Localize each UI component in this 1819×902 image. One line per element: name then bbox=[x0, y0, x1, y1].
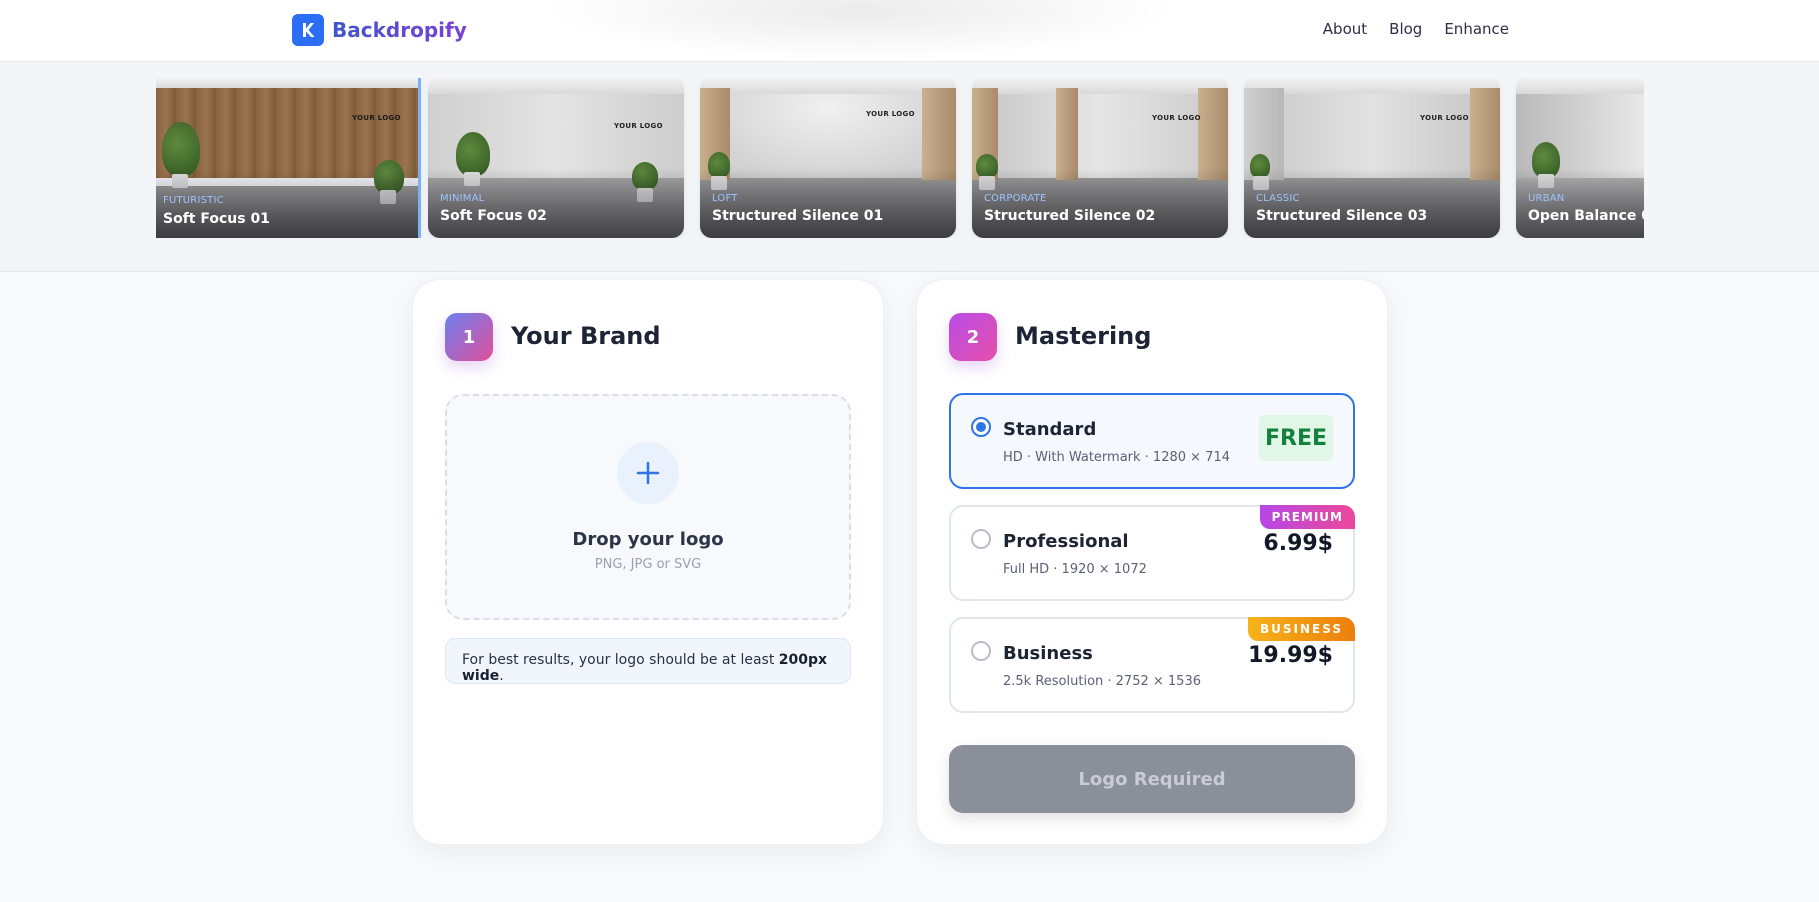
dropzone-formats: PNG, JPG or SVG bbox=[594, 557, 702, 572]
backdrop-card-soft-focus-02[interactable]: YOUR LOGO MINIMAL Soft Focus 02 bbox=[428, 78, 684, 238]
nav-blog[interactable]: Blog bbox=[1389, 20, 1422, 38]
tip-text: For best results, your logo should be at… bbox=[462, 652, 779, 668]
card-title: Soft Focus 02 bbox=[440, 208, 547, 224]
business-tag: BUSINESS bbox=[1248, 617, 1355, 641]
brand-panel-title: Your Brand bbox=[511, 322, 661, 350]
card-category: CLASSIC bbox=[1256, 193, 1300, 204]
card-category: LOFT bbox=[712, 193, 738, 204]
plus-icon bbox=[617, 442, 679, 504]
option-business[interactable]: BUSINESS Business 2.5k Resolution · 2752… bbox=[949, 617, 1355, 713]
card-title: Soft Focus 01 bbox=[163, 211, 270, 227]
option-desc: 2.5k Resolution · 2752 × 1536 bbox=[1003, 674, 1201, 689]
brand-name: Backdropify bbox=[332, 18, 467, 42]
card-category: CORPORATE bbox=[984, 193, 1047, 204]
backdrop-card-structured-silence-03[interactable]: YOUR LOGO CLASSIC Structured Silence 03 bbox=[1244, 78, 1500, 238]
mastering-panel-title: Mastering bbox=[1015, 322, 1152, 350]
option-desc: Full HD · 1920 × 1072 bbox=[1003, 562, 1147, 577]
logo-size-tip: For best results, your logo should be at… bbox=[445, 638, 851, 684]
tip-end: . bbox=[499, 668, 504, 684]
card-category: URBAN bbox=[1528, 193, 1565, 204]
backdrop-strip[interactable]: YOUR LOGO FUTURISTIC Soft Focus 01 YOUR … bbox=[156, 78, 1644, 238]
step-number-badge: 2 bbox=[949, 313, 997, 361]
backdrop-gallery: YOUR LOGO FUTURISTIC Soft Focus 01 YOUR … bbox=[0, 62, 1819, 272]
step-number-badge: 1 bbox=[445, 313, 493, 361]
backdrop-card-structured-silence-02[interactable]: YOUR LOGO CORPORATE Structured Silence 0… bbox=[972, 78, 1228, 238]
logo-dropzone[interactable]: Drop your logo PNG, JPG or SVG bbox=[445, 394, 851, 620]
radio-professional[interactable] bbox=[971, 529, 991, 549]
option-standard[interactable]: Standard HD · With Watermark · 1280 × 71… bbox=[949, 393, 1355, 489]
premium-tag: PREMIUM bbox=[1259, 505, 1355, 529]
option-price: 6.99$ bbox=[1263, 531, 1333, 556]
nav-about[interactable]: About bbox=[1323, 20, 1367, 38]
card-title: Structured Silence 03 bbox=[1256, 208, 1428, 224]
top-header: Backdropify About Blog Enhance bbox=[0, 0, 1819, 62]
card-category: FUTURISTIC bbox=[163, 195, 224, 206]
backdrop-card-open-balance-01[interactable]: URBAN Open Balance 01 bbox=[1516, 78, 1644, 238]
header-glow bbox=[540, 0, 1180, 60]
brand-mark-icon bbox=[292, 14, 324, 46]
option-name: Standard bbox=[1003, 419, 1097, 440]
option-desc: HD · With Watermark · 1280 × 714 bbox=[1003, 450, 1230, 465]
nav-enhance[interactable]: Enhance bbox=[1444, 20, 1509, 38]
card-title: Structured Silence 01 bbox=[712, 208, 884, 224]
mastering-panel: 2 Mastering Standard HD · With Watermark… bbox=[916, 279, 1388, 845]
card-title: Open Balance 01 bbox=[1528, 208, 1644, 224]
logo-required-button[interactable]: Logo Required bbox=[949, 745, 1355, 813]
option-professional[interactable]: PREMIUM Professional Full HD · 1920 × 10… bbox=[949, 505, 1355, 601]
free-badge: FREE bbox=[1259, 415, 1333, 461]
radio-standard[interactable] bbox=[971, 417, 991, 437]
radio-business[interactable] bbox=[971, 641, 991, 661]
brand-logo[interactable]: Backdropify bbox=[292, 14, 467, 46]
option-name: Business bbox=[1003, 643, 1093, 664]
card-title: Structured Silence 02 bbox=[984, 208, 1156, 224]
card-category: MINIMAL bbox=[440, 193, 485, 204]
brand-panel: 1 Your Brand Drop your logo PNG, JPG or … bbox=[412, 279, 884, 845]
option-price: 19.99$ bbox=[1248, 643, 1333, 668]
option-name: Professional bbox=[1003, 531, 1129, 552]
dropzone-title: Drop your logo bbox=[572, 529, 724, 550]
main-nav: About Blog Enhance bbox=[1323, 20, 1509, 38]
backdrop-card-soft-focus-01[interactable]: YOUR LOGO FUTURISTIC Soft Focus 01 bbox=[156, 78, 421, 238]
backdrop-card-structured-silence-01[interactable]: YOUR LOGO LOFT Structured Silence 01 bbox=[700, 78, 956, 238]
